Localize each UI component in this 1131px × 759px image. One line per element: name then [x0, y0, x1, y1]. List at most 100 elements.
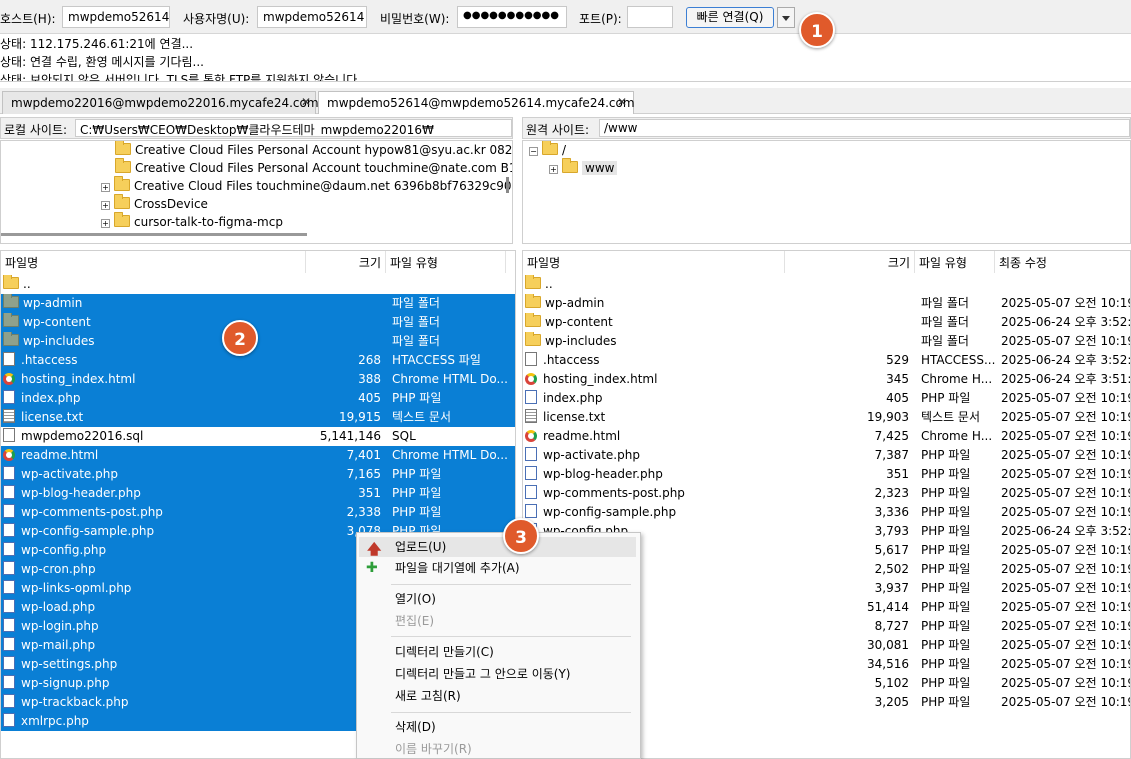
quickconnect-dropdown-icon[interactable] [777, 7, 795, 28]
username-input[interactable]: mwpdemo52614 [257, 6, 367, 28]
column-header-type[interactable]: 파일 유형 [915, 251, 995, 273]
folder-icon [3, 332, 19, 346]
file-name-cell: wp-includes [3, 332, 303, 351]
quickconnect-button[interactable]: 빠른 연결(Q) [686, 7, 774, 28]
file-row[interactable]: readme.html 7,401 Chrome HTML Do... [1, 446, 515, 465]
file-name: wp-config-sample.php [21, 524, 155, 538]
menu-item-add-queue[interactable]: 파일을 대기열에 추가(A) [395, 558, 520, 578]
file-row[interactable]: index.php 405 PHP 파일 2025-05-07 오전 10:19: [523, 389, 1130, 408]
port-input[interactable] [627, 6, 673, 28]
password-input[interactable]: ●●●●●●●●●●● [457, 6, 567, 28]
tree-item[interactable]: Creative Cloud Files Personal Account hy… [115, 141, 512, 159]
folder-icon [115, 158, 131, 173]
tab-connection-2[interactable]: mwpdemo52614@mwpdemo52614.mycafe24.com ✕ [318, 91, 635, 114]
column-header-size[interactable]: 크기 [306, 251, 386, 273]
file-row[interactable]: wp-blog-header.php 351 PHP 파일 [1, 484, 515, 503]
menu-item-mkdir-enter[interactable]: 디렉터리 만들고 그 안으로 이동(Y) [395, 664, 570, 684]
menu-item-delete[interactable]: 삭제(D) [395, 717, 436, 737]
menu-separator [391, 636, 631, 637]
local-path-input[interactable]: C:₩Users₩CEO₩Desktop₩클라우드테마_mwpdemo22016… [75, 119, 512, 137]
file-size: 7,425 [874, 429, 909, 443]
file-type: PHP 파일 [392, 486, 442, 500]
collapse-icon[interactable]: − [529, 147, 538, 156]
file-row[interactable]: .. [523, 275, 1130, 294]
file-modified: 2025-05-07 오전 10:19: [1001, 486, 1130, 500]
close-icon[interactable]: ✕ [301, 95, 311, 109]
file-name-cell: index.php [525, 389, 783, 408]
expand-icon[interactable]: + [101, 201, 110, 210]
file-modified: 2025-05-07 오전 10:19: [1001, 410, 1130, 424]
file-row[interactable]: hosting_index.html 388 Chrome HTML Do... [1, 370, 515, 389]
tree-item[interactable]: + Creative Cloud Files touchmine@daum.net… [101, 176, 512, 195]
file-type: PHP 파일 [921, 486, 971, 500]
file-row[interactable]: mwpdemo22016.sql 5,141,146 SQL [1, 427, 515, 446]
php-file-icon [3, 599, 15, 613]
file-row[interactable]: wp-content 파일 폴더 [1, 313, 515, 332]
menu-item-mkdir[interactable]: 디렉터리 만들기(C) [395, 642, 494, 662]
file-row[interactable]: wp-blog-header.php 351 PHP 파일 2025-05-07 오전… [523, 465, 1130, 484]
expand-icon[interactable]: + [101, 219, 110, 228]
file-name: readme.html [21, 448, 99, 462]
file-row[interactable]: wp-config-sample.php 3,336 PHP 파일 2025-05-0… [523, 503, 1130, 522]
file-row[interactable]: license.txt 19,903 텍스트 문서 2025-05-07 오전 10:… [523, 408, 1130, 427]
folder-icon [3, 294, 19, 308]
context-menu: 🡅 업로드(U) ✚ 파일을 대기열에 추가(A) 열기(O) 편집(E) 디렉… [356, 532, 641, 759]
tab-connection-1[interactable]: mwpdemo22016@mwpdemo22016.mycafe24.com ✕ [2, 91, 319, 114]
menu-item-open[interactable]: 열기(O) [395, 589, 436, 609]
tree-item-root[interactable]: − / [529, 141, 566, 159]
file-row[interactable]: wp-activate.php 7,165 PHP 파일 [1, 465, 515, 484]
host-input[interactable]: mwpdemo52614.r [62, 6, 170, 28]
file-row[interactable]: wp-comments-post.php 2,338 PHP 파일 [1, 503, 515, 522]
file-type: PHP 파일 [921, 600, 971, 614]
close-icon[interactable]: ✕ [617, 95, 627, 109]
tree-item[interactable]: + cursor-talk-to-figma-mcp [101, 212, 283, 231]
php-file-icon [3, 675, 15, 689]
file-name-cell: wp-admin [525, 294, 783, 313]
file-type: 파일 폴더 [921, 315, 969, 329]
file-size: 2,502 [874, 562, 909, 576]
column-header-size[interactable]: 크기 [785, 251, 915, 273]
file-row[interactable]: hosting_index.html 345 Chrome H... 2025-06-… [523, 370, 1130, 389]
file-row[interactable]: license.txt 19,915 텍스트 문서 [1, 408, 515, 427]
file-row[interactable]: wp-includes 파일 폴더 2025-05-07 오전 10:19: [523, 332, 1130, 351]
php-file-icon [3, 485, 15, 499]
file-name: hosting_index.html [543, 372, 658, 386]
file-row[interactable]: index.php 405 PHP 파일 [1, 389, 515, 408]
expand-icon[interactable]: + [101, 183, 110, 192]
column-header-type[interactable]: 파일 유형 [386, 251, 506, 273]
file-icon [3, 428, 15, 442]
tree-scrollbar[interactable] [506, 177, 509, 193]
menu-item-refresh[interactable]: 새로 고침(R) [395, 686, 461, 706]
file-row[interactable]: wp-activate.php 7,387 PHP 파일 2025-05-07 오전 … [523, 446, 1130, 465]
column-header-name[interactable]: 파일명 [1, 251, 306, 273]
tree-item[interactable]: + CrossDevice [101, 194, 208, 213]
file-row[interactable]: wp-comments-post.php 2,323 PHP 파일 2025-05-0… [523, 484, 1130, 503]
file-row[interactable]: readme.html 7,425 Chrome H... 2025-05-07 오전… [523, 427, 1130, 446]
tree-hscrollbar[interactable] [1, 233, 307, 236]
file-row[interactable]: wp-admin 파일 폴더 2025-05-07 오전 10:19: [523, 294, 1130, 313]
file-size: 351 [886, 467, 909, 481]
file-modified: 2025-05-07 오전 10:19: [1001, 448, 1130, 462]
file-name: wp-comments-post.php [21, 505, 163, 519]
file-row[interactable]: .. [1, 275, 515, 294]
file-row[interactable]: .htaccess 268 HTACCESS 파일 [1, 351, 515, 370]
column-header-name[interactable]: 파일명 [523, 251, 785, 273]
column-header-modified[interactable]: 최종 수정 [995, 251, 1130, 273]
file-name-cell: wp-admin [3, 294, 303, 313]
file-name-cell: wp-load.php [3, 598, 303, 617]
php-file-icon [525, 447, 537, 461]
file-row[interactable]: wp-content 파일 폴더 2025-06-24 오후 3:52:0 [523, 313, 1130, 332]
file-row[interactable]: wp-includes 파일 폴더 [1, 332, 515, 351]
file-name-cell: wp-settings.php [3, 655, 303, 674]
file-row[interactable]: wp-admin 파일 폴더 [1, 294, 515, 313]
tree-item-www[interactable]: + www [549, 158, 618, 177]
file-row[interactable]: .htaccess 529 HTACCESS... 2025-06-24 오후 3:5… [523, 351, 1130, 370]
file-modified: 2025-05-07 오전 10:19: [1001, 505, 1130, 519]
file-name: readme.html [543, 429, 621, 443]
menu-item-upload[interactable]: 업로드(U) [395, 537, 446, 557]
file-type: PHP 파일 [921, 543, 971, 557]
menu-item-rename: 이름 바꾸기(R) [395, 742, 472, 756]
tree-item[interactable]: Creative Cloud Files Personal Account to… [115, 158, 512, 177]
remote-path-input[interactable]: /www [599, 119, 1130, 137]
expand-icon[interactable]: + [549, 165, 558, 174]
